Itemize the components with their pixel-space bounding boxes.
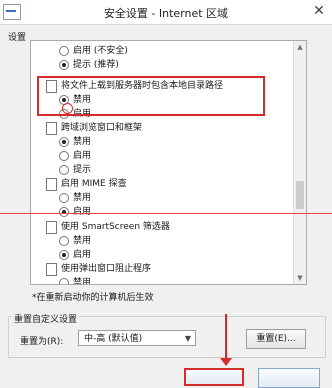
- close-button[interactable]: ✕: [310, 2, 328, 20]
- radio-checked-icon[interactable]: [59, 137, 69, 147]
- radio-checked-icon[interactable]: [59, 60, 69, 70]
- chevron-down-icon: ▼: [184, 334, 191, 343]
- reset-level-value: 中-高 (默认值): [84, 334, 143, 344]
- radio-icon[interactable]: [59, 46, 69, 56]
- setting-label: 禁用: [73, 137, 92, 147]
- document-icon: [46, 178, 57, 191]
- setting-label: 提示 (推荐): [73, 60, 119, 70]
- settings-scrollbar[interactable]: ▲ ▼: [293, 41, 306, 284]
- setting-label: 启用: [73, 151, 92, 161]
- annotation-arrow-head: [220, 358, 232, 366]
- reset-level-select[interactable]: 中-高 (默认值) ▼: [78, 330, 196, 346]
- setting-label: 禁用: [73, 193, 92, 203]
- setting-label: 使用 SmartScreen 筛选器: [61, 222, 170, 232]
- annotation-line: [0, 213, 332, 214]
- setting-label: 使用弹出窗口阻止程序: [61, 264, 152, 274]
- radio-icon[interactable]: [59, 193, 69, 203]
- setting-label: 提示: [73, 165, 92, 175]
- setting-label: 启用 MIME 探查: [61, 179, 127, 189]
- radio-icon[interactable]: [59, 151, 69, 161]
- setting-label: 启用: [73, 250, 92, 260]
- radio-checked-icon[interactable]: [59, 250, 69, 260]
- document-icon: [46, 263, 57, 276]
- scroll-up-icon[interactable]: ▲: [294, 41, 306, 53]
- radio-icon[interactable]: [59, 165, 69, 175]
- radio-checked-icon[interactable]: [59, 207, 69, 217]
- reset-group-title: 重置自定义设置: [12, 312, 80, 325]
- reset-button[interactable]: 重置(E)...: [246, 329, 306, 349]
- setting-label: 启用: [73, 207, 92, 217]
- setting-label: 启用 (不安全): [73, 46, 128, 56]
- reset-label: 重置为(R):: [20, 337, 64, 347]
- setting-label: 禁用: [73, 278, 92, 285]
- setting-label: 跨域浏览窗口和框架: [61, 123, 143, 133]
- scroll-down-icon[interactable]: ▼: [294, 272, 306, 284]
- document-icon: [46, 122, 57, 135]
- radio-icon[interactable]: [59, 278, 69, 284]
- annotation-arrow-line: [225, 314, 227, 360]
- cancel-button[interactable]: [258, 368, 320, 388]
- highlight-circle: [62, 103, 73, 114]
- title-bar: 安全设置 - Internet 区域 ✕: [0, 0, 332, 25]
- settings-list[interactable]: 启用 (不安全) 提示 (推荐) 将文件上载到服务器时包含本地目录路径 禁用 启用 跨域浏…: [30, 40, 307, 285]
- radio-icon[interactable]: [59, 236, 69, 246]
- setting-label: 禁用: [73, 236, 92, 246]
- ok-button[interactable]: [184, 368, 244, 386]
- document-icon: [46, 221, 57, 234]
- scroll-thumb[interactable]: [296, 181, 304, 209]
- restart-note: *在重新启动你的计算机后生效: [32, 293, 154, 303]
- window-title: 安全设置 - Internet 区域: [103, 7, 229, 20]
- settings-group-label: 设置: [8, 33, 27, 43]
